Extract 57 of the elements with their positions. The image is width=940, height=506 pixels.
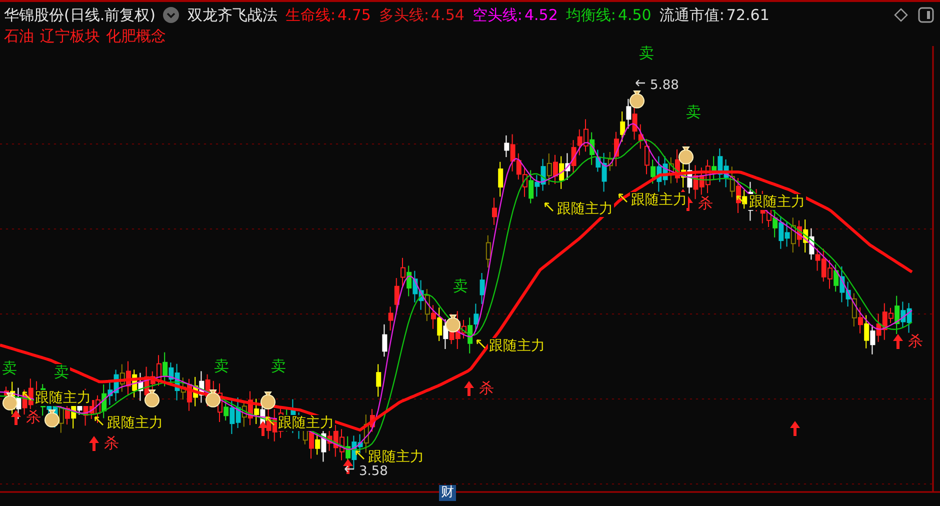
sell-signal: 卖 [638,45,655,62]
finance-badge[interactable]: 财 [439,485,456,502]
dropdown-icon[interactable] [163,7,180,23]
pointer-arrow-icon [355,450,365,460]
indicator-value: 4.50 [618,6,652,24]
kill-signal: 杀 [25,409,42,426]
market-value-label: 流通市值: [659,6,724,24]
sell-signal: 卖 [270,358,287,375]
sector-tag[interactable]: 化肥概念 [106,26,166,46]
follow-signal: 跟随主力 [34,390,92,406]
pointer-arrow-icon [476,339,486,349]
sector-tag[interactable]: 辽宁板块 [40,26,100,46]
strategy-name: 双龙齐飞战法 [187,6,278,24]
sell-signal: 卖 [53,364,70,381]
follow-signal: 跟随主力 [367,449,425,465]
sell-signal: 卖 [213,358,230,375]
pointer-arrow-icon [618,193,628,203]
indicator-label: 空头线: [472,6,522,24]
money-bag-icon [2,392,18,410]
money-bag-icon [206,390,220,408]
follow-signal: 跟随主力 [630,192,688,208]
market-value: 72.61 [726,6,770,24]
kill-signal: 杀 [697,195,714,212]
stock-title: 华锦股份(日线.前复权) [4,6,156,24]
left-arrow-icon [635,78,645,88]
pointer-arrow-icon [94,416,104,426]
money-bag-icon [144,390,160,408]
left-arrow-icon [344,464,354,474]
follow-signal: 跟随主力 [277,415,335,431]
money-bag-icon [44,410,60,428]
pointer-arrow-icon [265,416,275,426]
money-bag-icon [260,392,276,410]
money-bag-icon [446,314,460,332]
indicator-value: 4.52 [524,6,558,24]
indicator-label: 均衡线: [566,6,616,24]
sell-signal: 卖 [452,278,469,295]
indicator-value: 4.54 [431,6,464,24]
kill-signal: 杀 [478,380,495,397]
follow-signal: 跟随主力 [488,338,546,354]
pointer-arrow-icon [736,195,746,205]
kill-signal: 杀 [103,435,120,452]
pointer-arrow-icon [22,391,32,401]
pointer-arrow-icon [544,202,554,212]
sell-signal: 卖 [685,104,702,121]
follow-signal: 跟随主力 [748,194,806,210]
sell-signal: 卖 [1,360,18,377]
follow-signal: 跟随主力 [556,201,614,217]
indicator-value: 4.75 [338,6,371,24]
diamond-icon[interactable] [894,8,908,22]
sector-tag[interactable]: 石油 [4,26,34,46]
money-bag-icon [678,146,694,164]
follow-signal: 跟随主力 [106,415,164,431]
kill-signal: 杀 [907,333,924,350]
indicator-label: 多头线: [378,6,430,24]
panel-toggle-icon[interactable] [918,7,934,23]
indicator-label: 生命线: [285,6,336,24]
money-bag-icon [630,90,644,108]
